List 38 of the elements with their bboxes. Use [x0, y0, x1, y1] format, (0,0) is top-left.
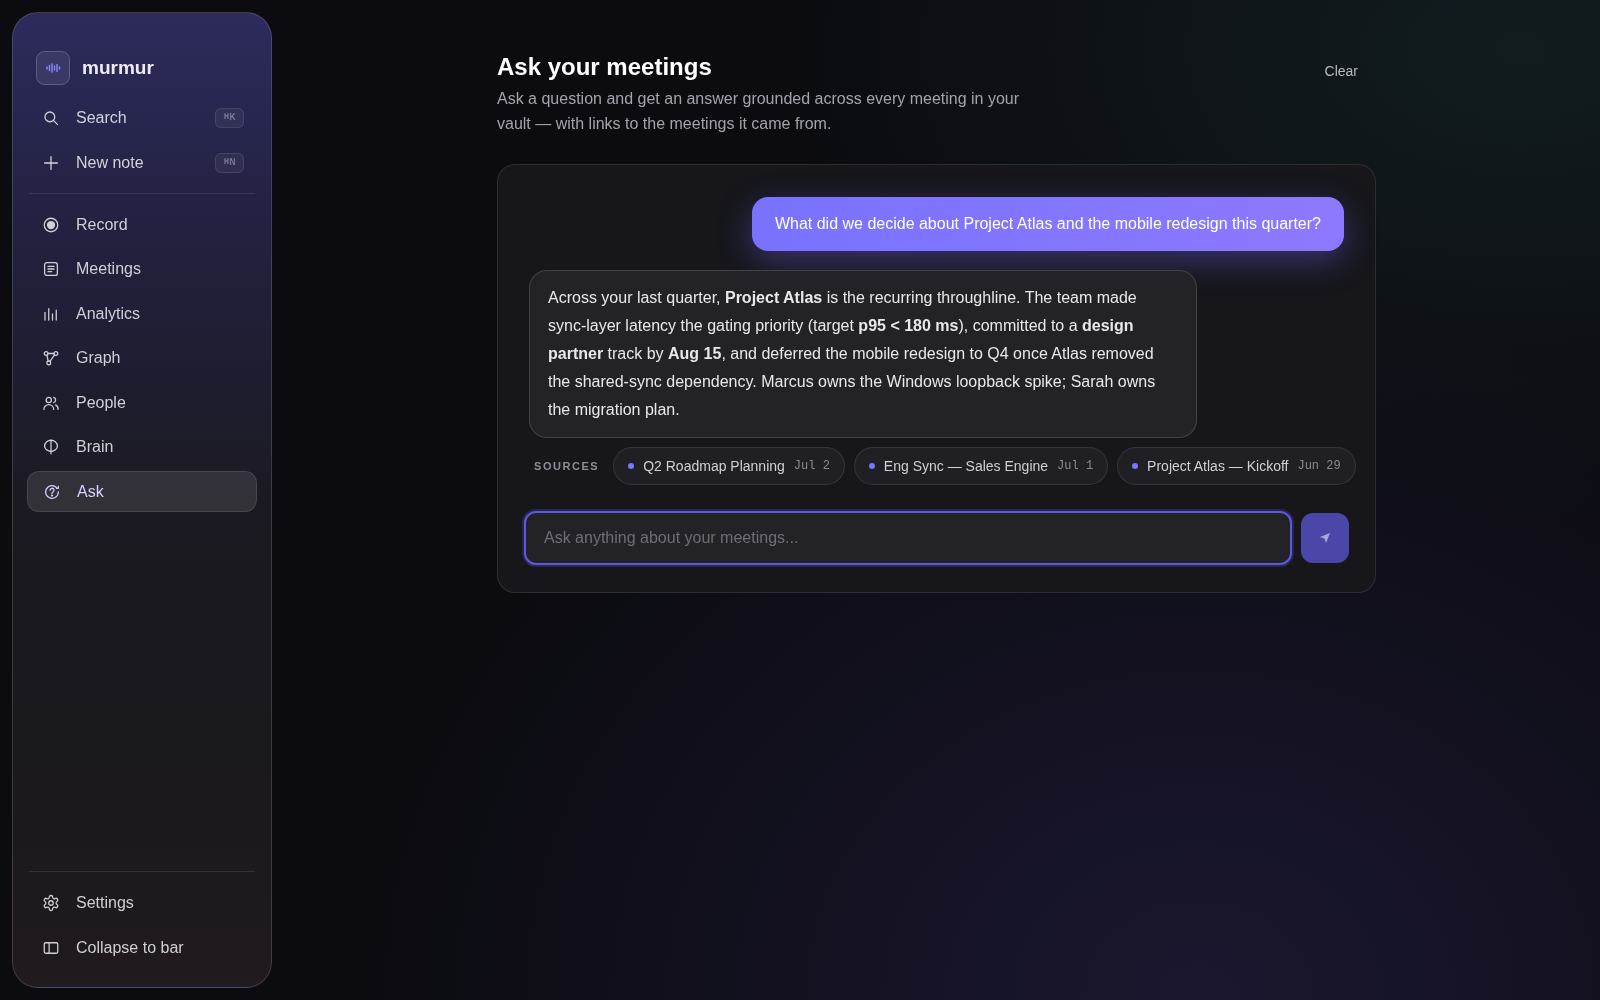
- send-icon: [1319, 532, 1331, 544]
- nav-item[interactable]: Record: [27, 204, 257, 245]
- clear-button[interactable]: Clear: [1320, 61, 1362, 82]
- shortcut-key: ⌘N: [215, 152, 244, 173]
- page-description: Ask a question and get an answer grounded across every meeting in your vault — with links to the meetings it came from.: [497, 89, 1021, 134]
- nav-item[interactable]: Analytics: [27, 293, 257, 334]
- shortcut-key: ⌘K: [215, 107, 244, 128]
- sidebar-action[interactable]: Settings: [27, 882, 257, 923]
- nav-item[interactable]: Ask: [27, 471, 257, 512]
- search-icon: [42, 108, 60, 127]
- sources-label: SOURCES: [534, 458, 600, 474]
- source-chip[interactable]: Q2 Roadmap Planning Jul 2: [613, 447, 845, 485]
- source-chip[interactable]: Project Atlas — Kickoff Jun 29: [1117, 447, 1356, 485]
- nav-item[interactable]: Graph: [27, 337, 257, 379]
- dot-icon: [868, 463, 875, 469]
- answer-bubble: Across your last quarter, Project Atlas is the recurring throughline. The team made sync-layer latency the gating priority (target p95 < 180 ms), committed to a design partner track by Aug 15, and deferred the mobile redesign to Q4 once Atlas removed the shared-sync dependency. Marcus owns the Windows loopback spike; Sarah owns the migration plan.: [529, 270, 1197, 438]
- ask-input-field[interactable]: Ask anything about your meetings...: [524, 511, 1292, 565]
- nav-item[interactable]: Brain: [27, 426, 257, 468]
- settings-icon: [42, 893, 60, 912]
- source-chip[interactable]: Eng Sync — Sales Engine Jul 1: [853, 447, 1109, 485]
- document-icon: [42, 260, 60, 278]
- sidebar-action[interactable]: New note ⌘N: [27, 142, 257, 183]
- dot-icon: [1132, 463, 1139, 469]
- sidebar-action[interactable]: Collapse to bar: [27, 927, 257, 968]
- split-circle-icon: [42, 438, 60, 456]
- sidebar-action[interactable]: Search ⌘K: [27, 97, 257, 138]
- nav-item[interactable]: Meetings: [27, 248, 257, 290]
- dot-icon: [628, 463, 635, 469]
- brand-name: murmur: [82, 55, 154, 80]
- nav-item[interactable]: People: [27, 382, 257, 423]
- plus-icon: [42, 153, 60, 172]
- graph-nodes-icon: [42, 349, 60, 367]
- question-bubble: What did we decide about Project Atlas and the mobile redesign this quarter?: [751, 197, 1344, 251]
- page-title: Ask your meetings: [497, 52, 713, 82]
- send-button[interactable]: [1301, 513, 1349, 563]
- waveform-logo-icon: [36, 51, 70, 85]
- record-icon: [42, 215, 60, 234]
- question-circle-icon: [43, 482, 61, 501]
